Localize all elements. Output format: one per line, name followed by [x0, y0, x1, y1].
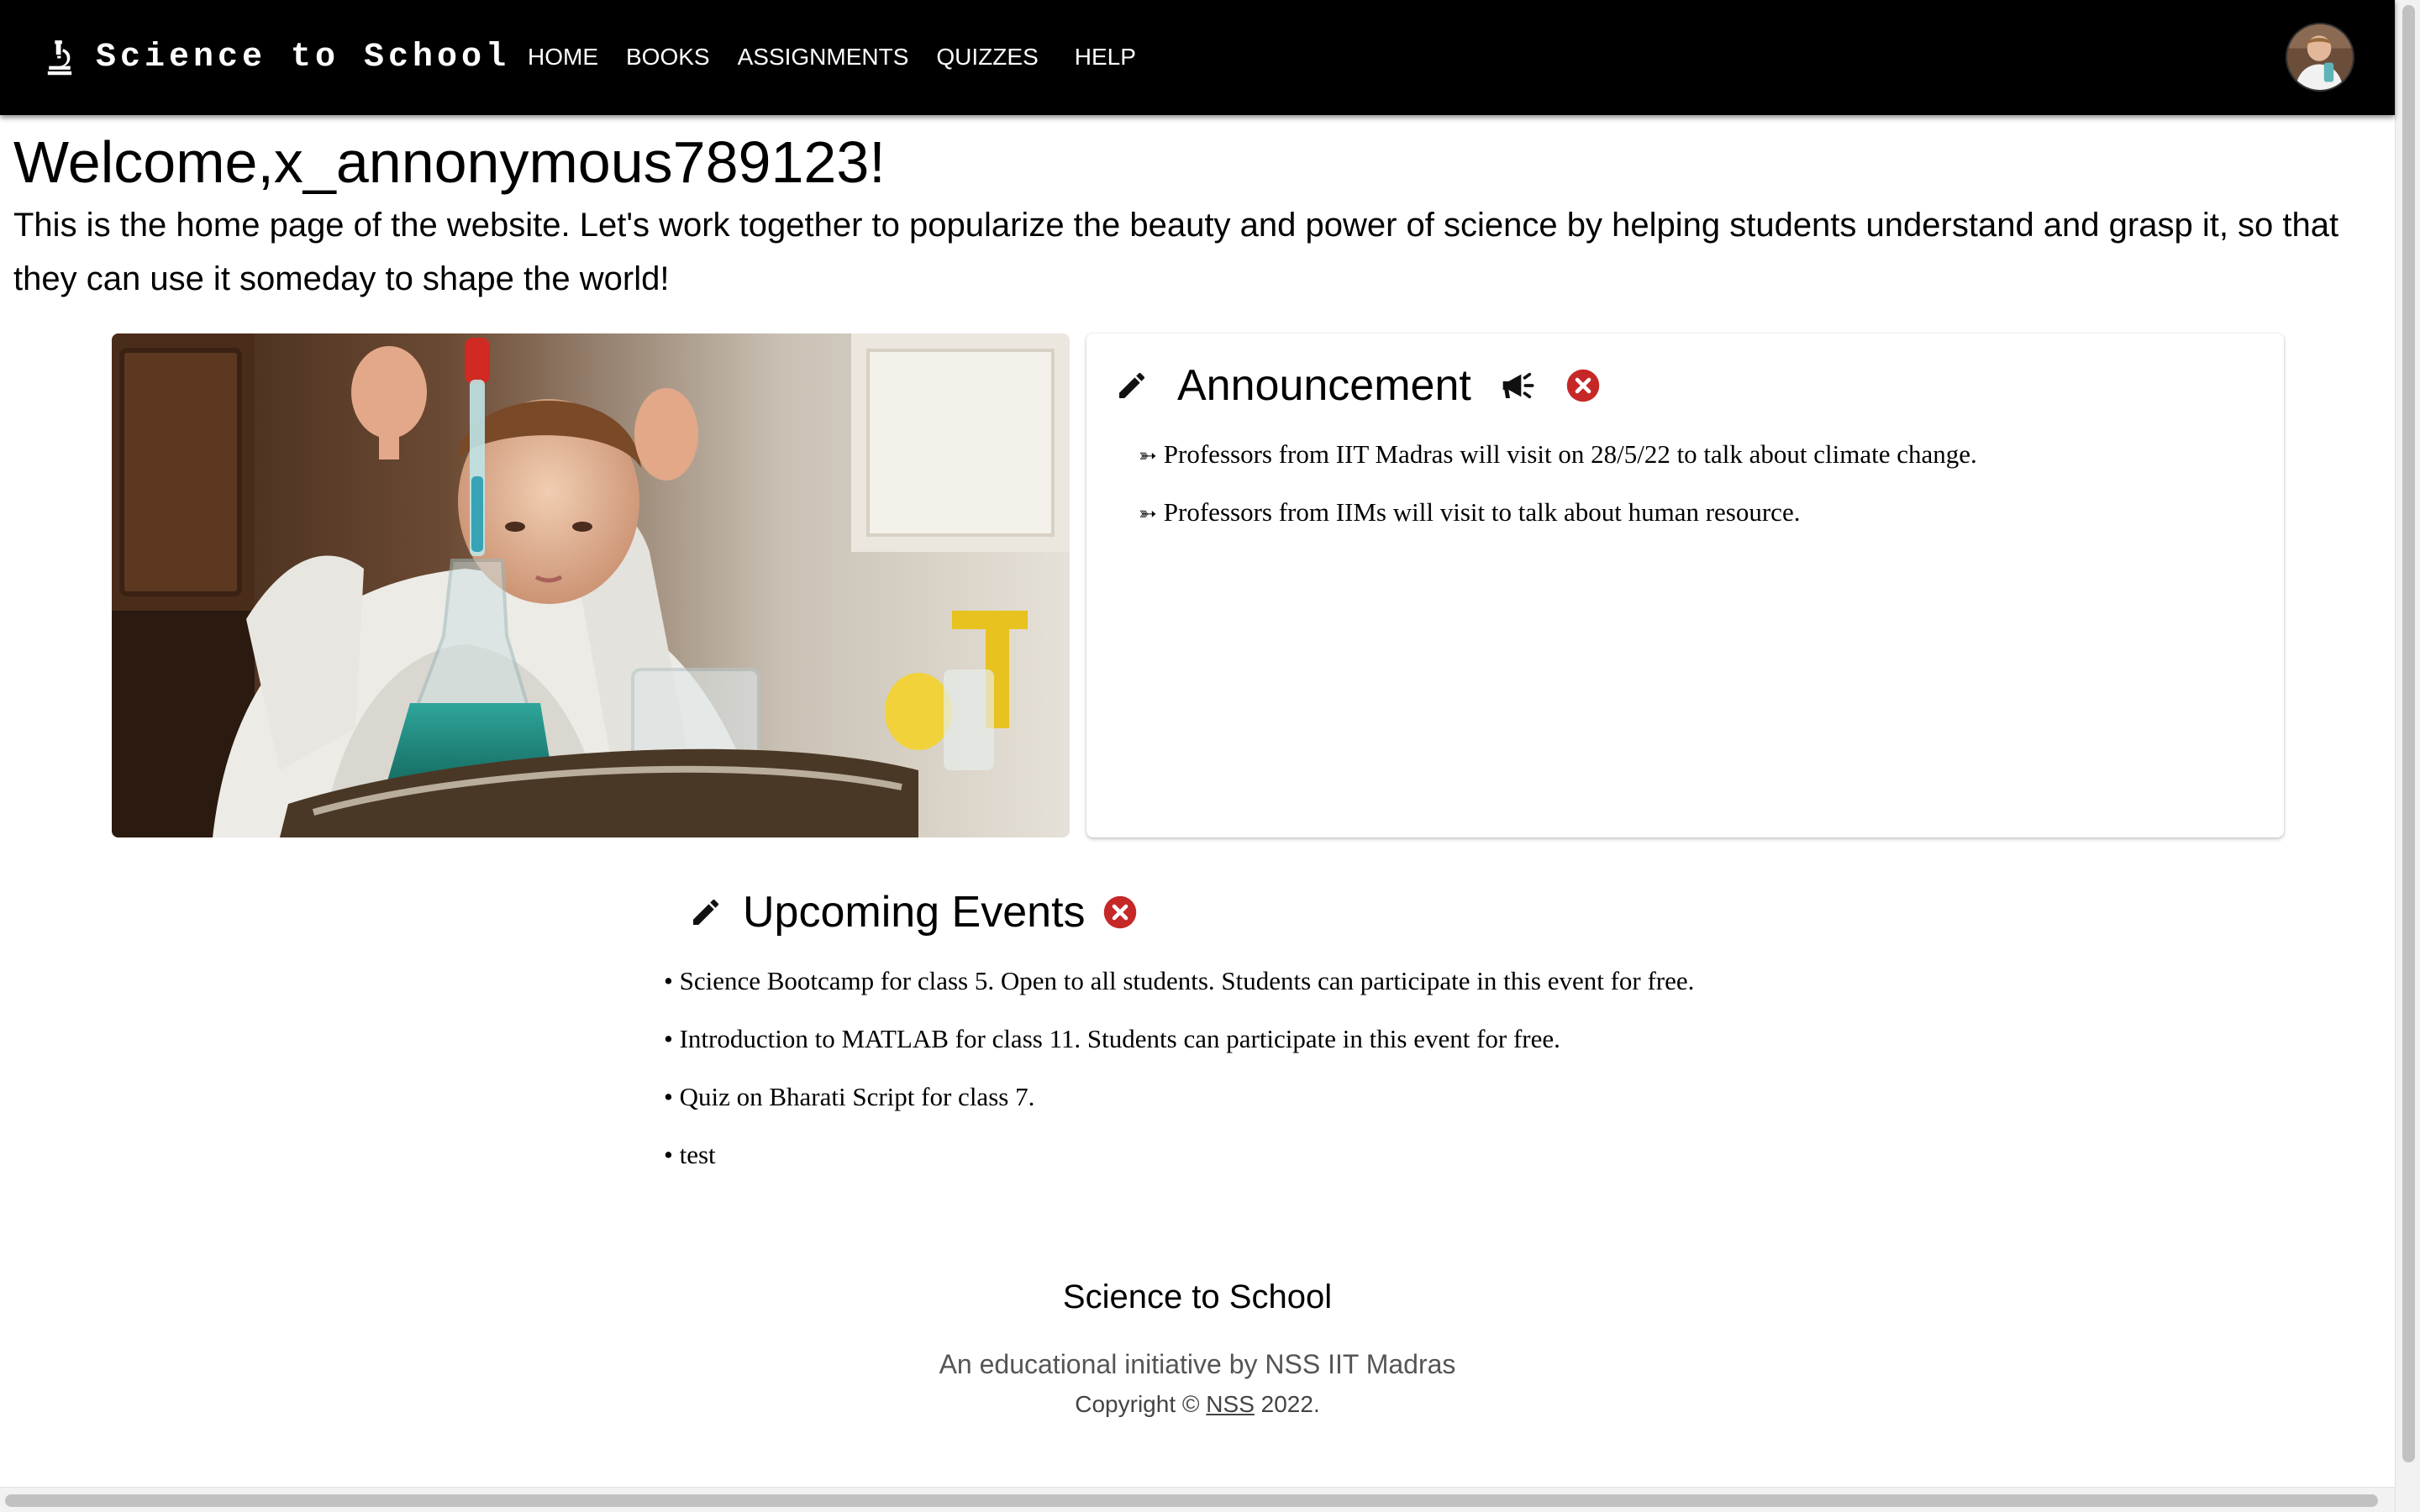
nav-help[interactable]: HELP	[1075, 44, 1136, 71]
event-text: Introduction to MATLAB for class 11. Stu…	[679, 1024, 1560, 1053]
child-science-experiment-image	[112, 333, 1070, 837]
microscope-icon	[47, 40, 72, 76]
bullet-icon: •	[664, 1024, 673, 1053]
nav-quizzes[interactable]: QUIZZES	[936, 44, 1038, 71]
nav-home[interactable]: HOME	[528, 44, 598, 71]
nav-books[interactable]: BOOKS	[626, 44, 710, 71]
hero-image	[112, 333, 1070, 837]
footer-tagline: An educational initiative by NSS IIT Mad…	[939, 1349, 1456, 1379]
brand-link[interactable]: Science to School	[45, 32, 510, 82]
announcement-item: ➳ Professors from IIT Madras will visit o…	[1139, 438, 1977, 496]
announcement-title: Announcement	[1177, 361, 1471, 410]
announcement-item: ➳ Professors from IIMs will visit to talk…	[1139, 496, 1977, 554]
announcement-text: Professors from IIMs will visit to talk …	[1163, 497, 1801, 527]
pencil-icon[interactable]	[689, 895, 723, 929]
top-navbar: Science to School HOME BOOKS ASSIGNMENTS…	[0, 0, 2395, 115]
bullet-icon: •	[664, 1140, 673, 1169]
announcement-list: ➳ Professors from IIT Madras will visit o…	[1139, 438, 1977, 554]
bullet-icon: •	[664, 966, 673, 995]
announcement-header: Announcement	[1115, 359, 1601, 412]
avatar-image	[2287, 24, 2353, 90]
nss-link[interactable]: NSS	[1206, 1391, 1255, 1417]
copyright-prefix: Copyright ©	[1075, 1391, 1207, 1417]
footer-copyright: Copyright © NSS 2022.	[0, 1391, 2395, 1418]
events-header: Upcoming Events	[689, 884, 1138, 941]
vertical-scroll-thumb[interactable]	[2402, 5, 2415, 1462]
horizontal-scroll-thumb[interactable]	[5, 1494, 2378, 1507]
welcome-heading: Welcome,x_annonymous789123!	[13, 129, 886, 195]
event-item: • Quiz on Bharati Script for class 7.	[664, 1080, 1694, 1138]
close-circle-icon[interactable]	[1565, 368, 1601, 403]
arrow-bullet-icon: ➳	[1139, 501, 1157, 526]
arrow-bullet-icon: ➳	[1139, 444, 1157, 468]
pencil-icon[interactable]	[1115, 369, 1149, 402]
user-avatar[interactable]	[2286, 23, 2354, 92]
event-item: • test	[664, 1138, 1694, 1196]
event-text: test	[679, 1140, 716, 1169]
event-item: • Science Bootcamp for class 5. Open to …	[664, 964, 1694, 1022]
main-nav: HOME BOOKS ASSIGNMENTS QUIZZES HELP	[528, 39, 1164, 76]
horizontal-scrollbar[interactable]	[0, 1487, 2395, 1512]
close-circle-icon[interactable]	[1102, 895, 1138, 930]
events-title: Upcoming Events	[743, 888, 1086, 937]
nav-assignments[interactable]: ASSIGNMENTS	[738, 44, 909, 71]
footer-title: Science to School	[1062, 1278, 1333, 1315]
megaphone-icon	[1502, 372, 1534, 399]
copyright-suffix: 2022.	[1254, 1391, 1320, 1417]
event-text: Quiz on Bharati Script for class 7.	[679, 1082, 1035, 1111]
vertical-scrollbar[interactable]	[2395, 0, 2420, 1512]
announcement-card: Announcement ➳ Professors from IIT Madras…	[1086, 333, 2284, 837]
intro-text: This is the home page of the website. Le…	[13, 207, 2339, 297]
event-item: • Introduction to MATLAB for class 11. S…	[664, 1022, 1694, 1080]
event-text: Science Bootcamp for class 5. Open to al…	[679, 966, 1695, 995]
bullet-icon: •	[664, 1082, 673, 1111]
brand-title: Science to School	[96, 38, 511, 76]
announcement-text: Professors from IIT Madras will visit on…	[1163, 439, 1977, 469]
events-list: • Science Bootcamp for class 5. Open to …	[664, 964, 1694, 1196]
